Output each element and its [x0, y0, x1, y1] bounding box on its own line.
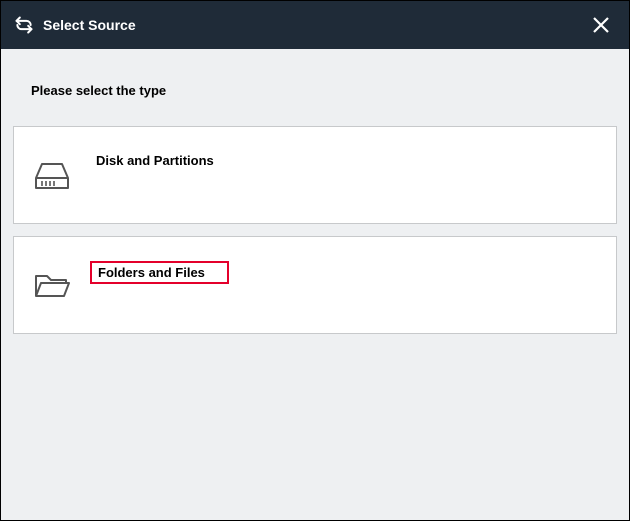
titlebar: Select Source	[1, 1, 629, 49]
option-folders-files[interactable]: Folders and Files	[13, 236, 617, 334]
disk-icon	[22, 158, 82, 192]
close-button[interactable]	[585, 9, 617, 41]
dialog-body: Please select the type Disk and Partitio…	[1, 49, 629, 520]
option-label: Folders and Files	[90, 261, 229, 284]
option-disk-partitions[interactable]: Disk and Partitions	[13, 126, 617, 224]
prompt-text: Please select the type	[13, 69, 617, 126]
close-icon	[592, 16, 610, 34]
select-source-dialog: Select Source Please select the type	[0, 0, 630, 521]
option-label: Disk and Partitions	[90, 151, 236, 170]
folder-icon	[22, 270, 82, 300]
app-icon	[13, 14, 35, 36]
dialog-title: Select Source	[43, 17, 585, 33]
